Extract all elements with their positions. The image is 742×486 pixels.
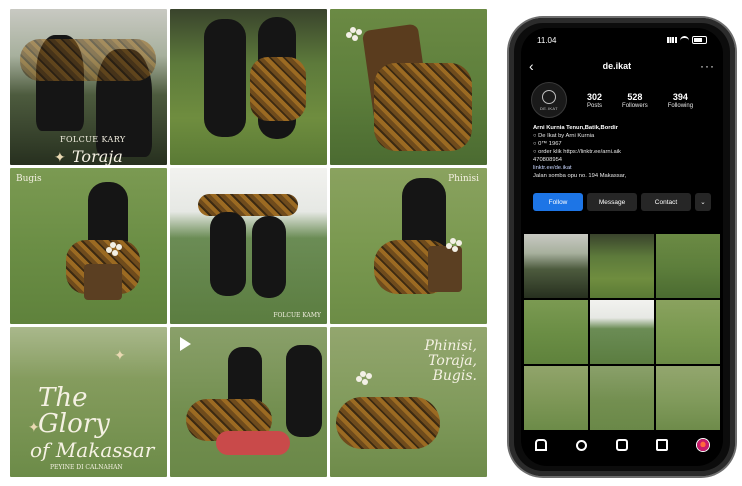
feed-post-1[interactable] [524,234,588,298]
signal-icon [667,37,677,43]
tile7-title-line2: of Makassar [30,438,155,462]
profile-header: DE.IKAT 302 Posts 528 Followers 394 Foll… [531,80,713,120]
feed-post-6[interactable] [656,300,720,364]
collage-tile-8[interactable] [170,327,327,477]
collage-tile-2[interactable] [170,9,327,165]
tile9-text: Phinisi, Toraja, Bugis. [424,339,477,384]
batik-skirt [250,57,306,121]
sparkle-icon: ✦ [114,347,126,363]
message-button[interactable]: Message [587,193,637,211]
chevron-left-icon[interactable]: ‹ [529,58,534,74]
tile5-small-text: FOLCUE KAMY [273,312,321,319]
status-time: 11.04 [537,35,557,45]
stat-followers[interactable]: 528 Followers [622,92,648,109]
feed-post-5[interactable] [590,300,654,364]
tile9-line3: Bugis. [432,368,477,384]
collage-tile-9[interactable]: Phinisi, Toraja, Bugis. [330,327,487,477]
status-icons [667,35,707,45]
bottom-navigation [521,434,723,456]
phone-mockup: 11.04 ‹ de.ikat ··· DE.IKAT 302 Posts 52… [509,18,735,476]
feed-post-2[interactable] [590,234,654,298]
avatar[interactable]: DE.IKAT [531,82,567,118]
collage-tile-6[interactable]: Phinisi [330,168,487,324]
phone-screen: 11.04 ‹ de.ikat ··· DE.IKAT 302 Posts 52… [521,28,723,466]
bio-line-5: 470808954 [533,157,563,163]
profile-username: de.ikat [602,61,632,71]
stat-number: 394 [672,91,688,102]
tile9-line2: Toraja, [428,353,477,369]
chair [428,246,462,292]
stat-label: Posts [587,102,603,109]
shop-icon[interactable] [656,439,669,451]
bio-line-4: ○ order klik https://linktr.ee/arni.aik [533,149,621,155]
follow-button[interactable]: Follow [533,193,583,211]
bio-line-3: ○ 0™ 1967 [533,141,562,147]
avatar-text: DE.IKAT [539,105,559,111]
collage-tile-4[interactable]: Bugis [10,168,167,324]
bio-line-2: ○ De Ikat by Arni Kurnia [533,133,595,139]
batik-cloth-flying [198,194,298,216]
profile-bio: Arni Kurnia Tenun,Batik,Bordir ○ De Ikat… [533,124,711,180]
tile4-label: Bugis [16,174,42,184]
stat-posts[interactable]: 302 Posts [587,92,602,109]
search-icon[interactable] [576,439,588,451]
stat-number: 302 [587,91,603,102]
tile7-title: The Glory of Makassar [30,383,167,463]
phone-notch [579,28,665,44]
batik-skirt [336,397,440,449]
stat-label: Following [667,102,694,109]
sky-haze [10,327,167,379]
feed-post-9[interactable] [656,366,720,430]
flower-bouquet [110,242,116,248]
stat-following[interactable]: 394 Following [668,92,693,109]
tile1-title: Toraja [72,147,123,165]
more-icon[interactable]: ··· [700,59,715,73]
person-left [210,212,246,296]
person-left [204,19,246,137]
profile-topbar: ‹ de.ikat ··· [529,58,715,74]
person-right [252,216,286,298]
bio-link[interactable]: linktr.ee/de.ikat [533,164,711,172]
tile7-small-text: PEYINE DI CALNAHAN [50,464,123,471]
profile-avatar-icon[interactable] [696,439,709,451]
home-icon[interactable] [535,439,548,451]
tile7-title-line1: The Glory [38,383,110,439]
tile1-small-text: FOLCUE KARY [60,135,126,144]
sparkle-icon: ✦ [28,419,40,435]
wifi-icon [680,35,689,45]
bio-address: Jalan somba opu no. 194 Makassar, [533,173,627,179]
collage-tile-1[interactable]: FOLCUE KARY Toraja ✦ [10,9,167,165]
contact-button[interactable]: Contact [641,193,691,211]
collage-tile-5[interactable]: FOLCUE KAMY [170,168,327,324]
red-cloth [216,431,290,455]
suggestions-chevron-button[interactable]: ⌄ [695,193,711,211]
battery-icon [692,36,707,44]
feed-post-8[interactable] [590,366,654,430]
person-right [286,345,322,437]
chair [84,264,122,300]
feed-post-3[interactable] [656,234,720,298]
bio-line-1: Arni Kurnia Tenun,Batik,Bordir [533,125,618,131]
profile-stats: 302 Posts 528 Followers 394 Following [587,92,693,109]
stat-label: Followers [622,102,648,109]
feed-post-4[interactable] [524,300,588,364]
reels-icon[interactable] [615,439,628,451]
play-icon [180,337,191,351]
logo-icon [542,89,556,104]
profile-actions: Follow Message Contact ⌄ [533,193,711,211]
collage-tile-7[interactable]: The Glory of Makassar ✦ ✦ PEYINE DI CALN… [10,327,167,477]
flower-bouquet [360,371,366,377]
tile9-line1: Phinisi, [424,338,477,354]
batik-scarf [20,39,156,81]
batik-cloth [374,63,472,151]
instagram-grid-collage: FOLCUE KARY Toraja ✦ Bugis FOLCUE KAMY P… [10,9,487,479]
stat-number: 528 [627,91,643,102]
flower-bouquet [450,238,456,244]
flower-bouquet [350,27,356,33]
collage-tile-3[interactable] [330,9,487,165]
sparkle-icon: ✦ [54,149,66,165]
tile6-label: Phinisi [448,174,479,184]
profile-feed-grid [524,234,720,430]
feed-post-7[interactable] [524,366,588,430]
